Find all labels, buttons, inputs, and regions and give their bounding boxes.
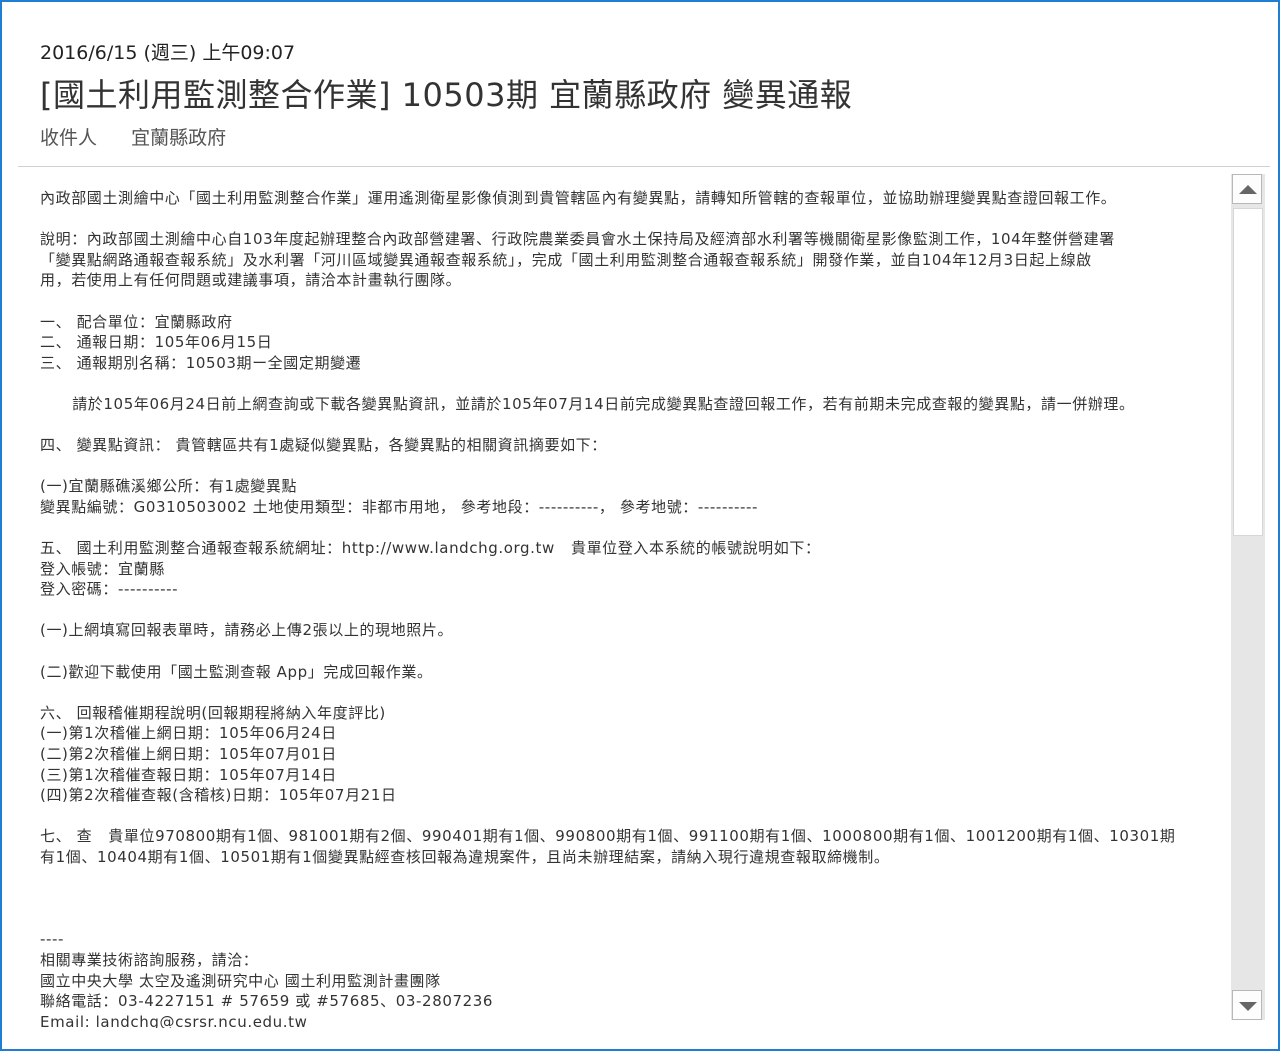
body-line: 四、 變異點資訊： 貴管轄區共有1處疑似變異點，各變異點的相關資訊摘要如下：: [40, 436, 607, 455]
body-line: (二)歡迎下載使用「國土監測查報 App」完成回報作業。: [40, 662, 433, 681]
body-line: 二、 通報日期：105年06月15日: [40, 333, 273, 352]
body-line: 登入帳號：宜蘭縣: [40, 559, 165, 578]
body-line: 「變異點網路通報查報系統」及水利署「河川區域變異通報查報系統」，完成「國土利用監…: [40, 250, 1092, 269]
body-line: 三、 通報期別名稱：10503期ー全國定期變遷: [40, 353, 362, 372]
body-line: (一)上網填寫回報表單時，請務必上傳2張以上的現地照片。: [40, 621, 454, 640]
triangle-down-icon: [1239, 1002, 1257, 1011]
body-line: 內政部國土測繪中心「國土利用監測整合作業」運用遙測衛星影像偵測到貴管轄區內有變異…: [40, 189, 1117, 207]
header-divider: [18, 166, 1270, 167]
body-line: (二)第2次稽催上網日期：105年07月01日: [40, 745, 337, 764]
body-line: 國立中央大學 太空及遙測研究中心 國土利用監測計畫團隊: [40, 971, 441, 990]
recipient-row: 收件人 宜蘭縣政府: [40, 124, 1258, 152]
body-line: Email: landchg@csrsr.ncu.edu.tw: [40, 1012, 308, 1028]
body-line: 請於105年06月24日前上網查詢或下載各變異點資訊，並請於105年07月14日…: [40, 394, 1135, 413]
body-line: 七、 查 貴單位970800期有1個、981001期有2個、990401期有1個…: [40, 827, 1176, 846]
email-subject: [國土利用監測整合作業] 10503期 宜蘭縣政府 變異通報: [40, 76, 853, 114]
body-line: 一、 配合單位：宜蘭縣政府: [40, 312, 233, 331]
body-line: 變異點編號：G0310503002 土地使用類型：非都市用地， 參考地段：---…: [40, 497, 759, 516]
body-line: (三)第1次稽催查報日期：105年07月14日: [40, 765, 337, 784]
email-body[interactable]: 內政部國土測繪中心「國土利用監測整合作業」運用遙測衛星影像偵測到貴管轄區內有變異…: [40, 188, 1220, 1028]
body-line: (一)宜蘭縣礁溪鄉公所：有1處變異點: [40, 477, 298, 496]
body-line: ----: [40, 930, 65, 949]
triangle-up-icon: [1239, 185, 1257, 194]
body-line: 說明：內政部國土測繪中心自103年度起辦理整合內政部營建署、行政院農業委員會水土…: [40, 230, 1115, 249]
scrollbar-thumb[interactable]: [1233, 208, 1263, 536]
email-header: 2016/6/15 (週三) 上午09:07 [國土利用監測整合作業] 1050…: [40, 40, 1258, 152]
body-line: 用，若使用上有任何問題或建議事項，請洽本計畫執行團隊。: [40, 271, 462, 290]
recipient-label: 收件人: [40, 127, 98, 149]
email-window: 2016/6/15 (週三) 上午09:07 [國土利用監測整合作業] 1050…: [0, 0, 1280, 1051]
email-date: 2016/6/15 (週三) 上午09:07: [40, 42, 296, 64]
body-line: 登入密碼：----------: [40, 580, 179, 599]
body-line: 聯絡電話：03-4227151 # 57659 或 #57685、03-2807…: [40, 992, 494, 1011]
vertical-scrollbar[interactable]: [1231, 174, 1265, 1020]
scroll-down-button[interactable]: [1232, 990, 1262, 1020]
body-line: (四)第2次稽催查報(含稽核)日期：105年07月21日: [40, 786, 397, 805]
body-line: 六、 回報稽催期程說明(回報期程將納入年度評比): [40, 703, 386, 722]
scroll-up-button[interactable]: [1232, 174, 1262, 204]
recipient-value[interactable]: 宜蘭縣政府: [131, 127, 226, 149]
body-line: 五、 國土利用監測整合通報查報系統網址：http://www.landchg.o…: [40, 539, 821, 558]
body-line: 相關專業技術諮詢服務，請洽：: [40, 950, 259, 969]
body-line: (一)第1次稽催上網日期：105年06月24日: [40, 724, 337, 743]
body-line: 有1個、10404期有1個、10501期有1個變異點經查核回報為違規案件，且尚未…: [40, 848, 890, 866]
